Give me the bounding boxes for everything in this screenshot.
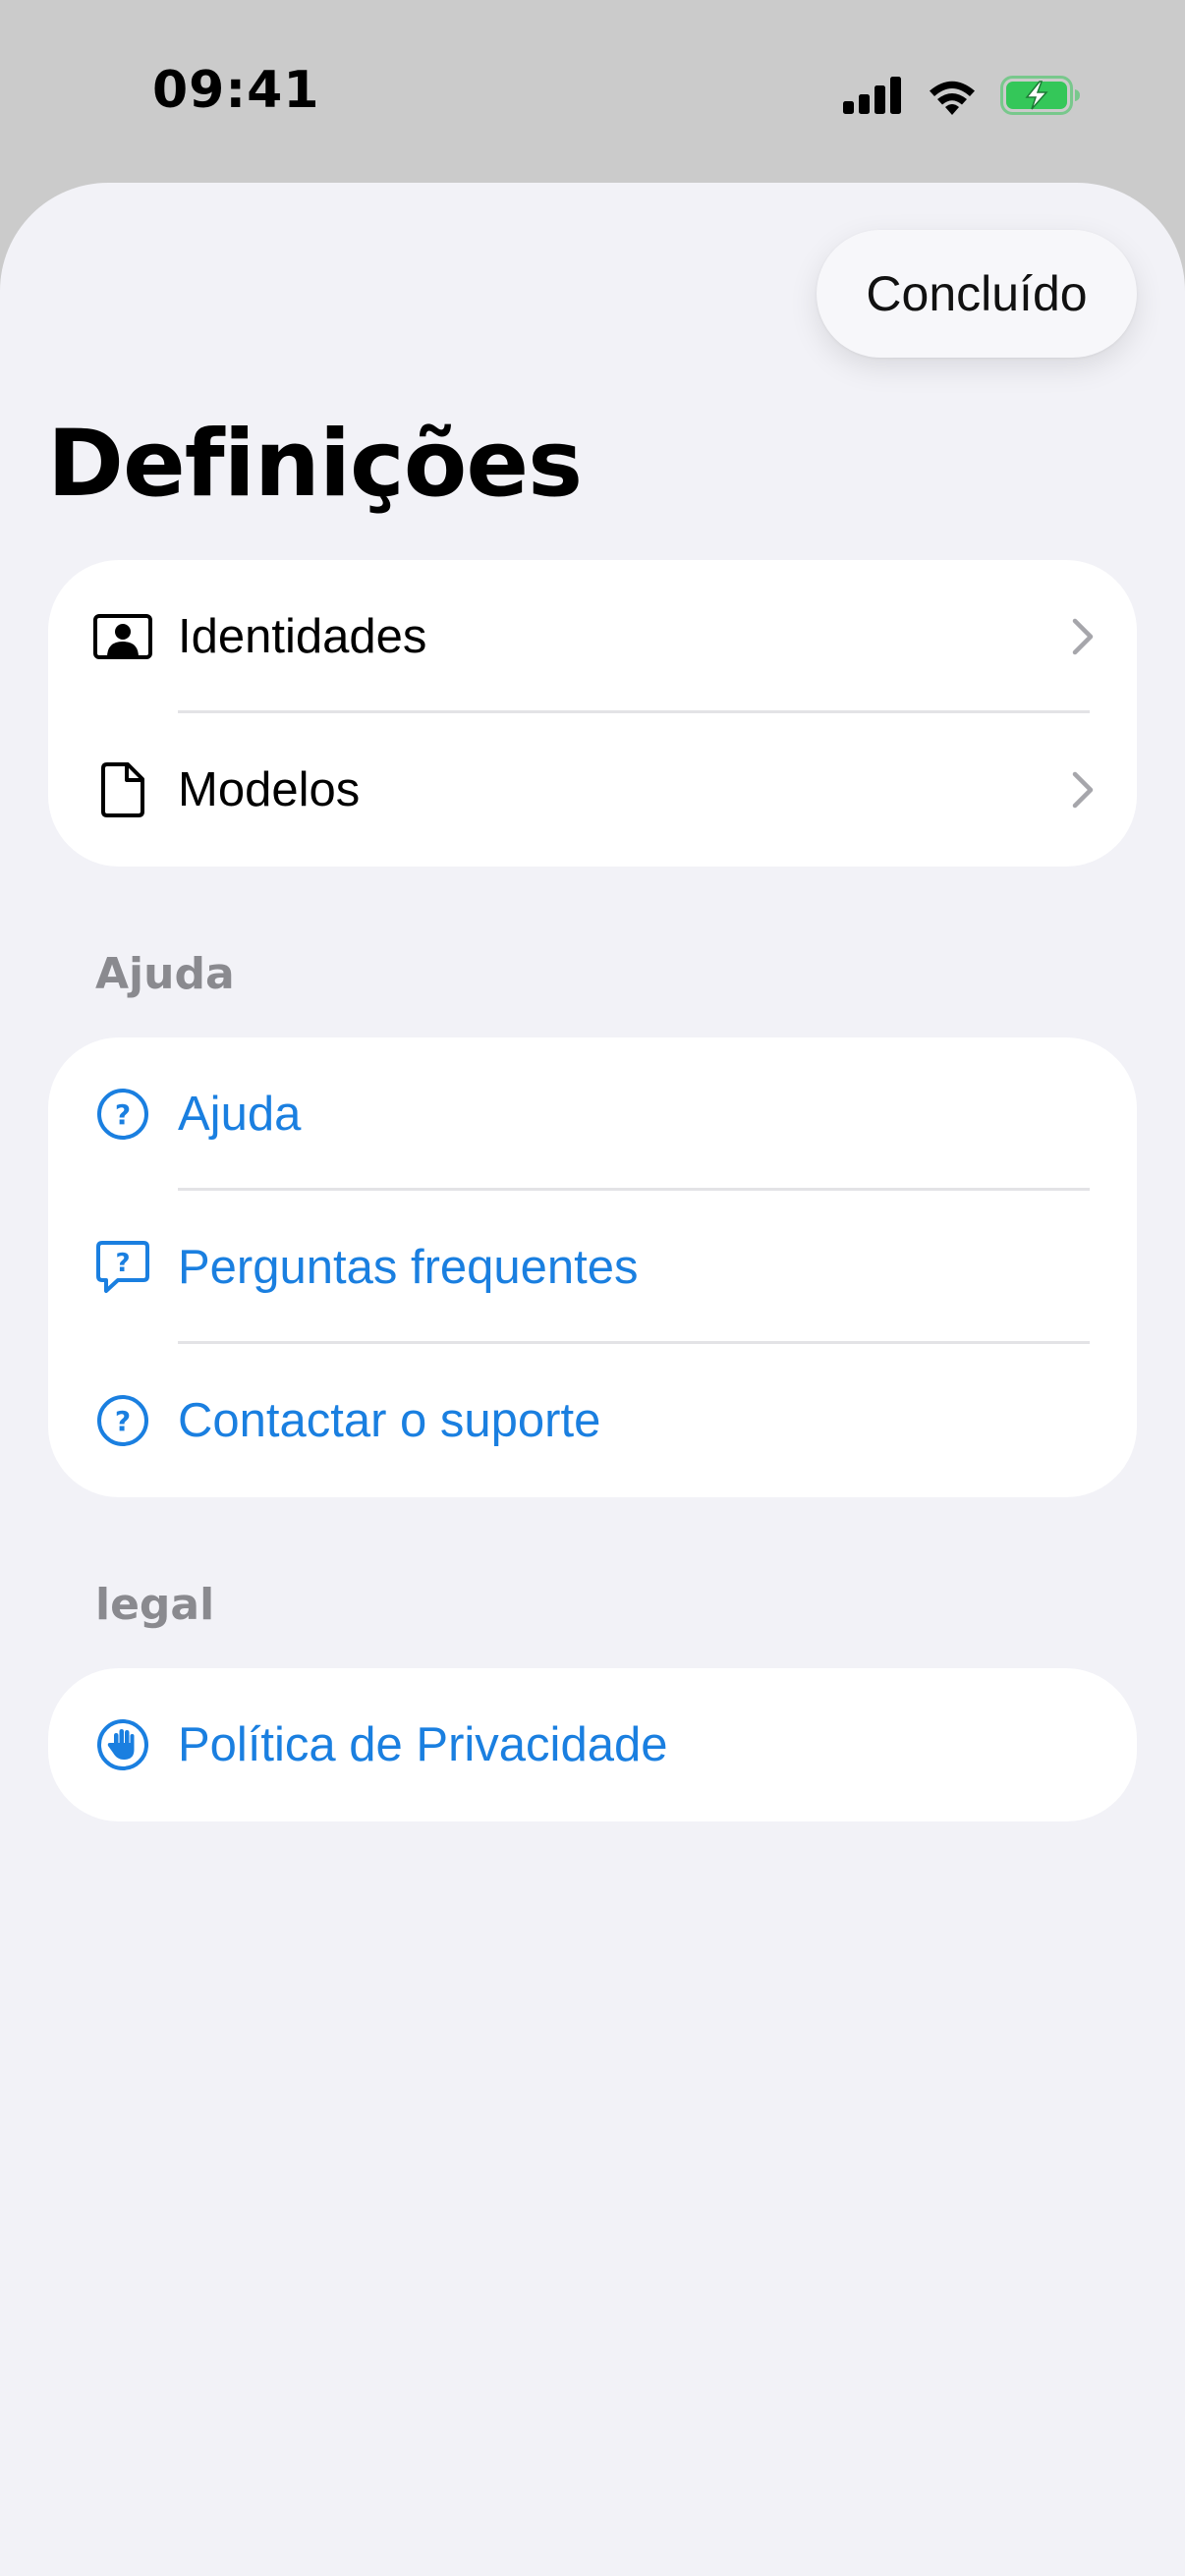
wifi-icon: [930, 81, 975, 115]
settings-group: Identidades Modelos: [48, 560, 1137, 867]
chevron-right-icon: [1072, 771, 1094, 809]
contact-support-row[interactable]: ? Contactar o suporte: [48, 1344, 1137, 1497]
templates-label: Modelos: [178, 763, 361, 816]
hand-raised-icon: [91, 1713, 154, 1776]
question-bubble-icon: ?: [91, 1236, 154, 1299]
privacy-policy-row[interactable]: Política de Privacidade: [48, 1668, 1137, 1821]
identities-label: Identidades: [178, 610, 427, 663]
svg-text:?: ?: [115, 1098, 131, 1131]
status-bar: 09:41: [0, 0, 1185, 183]
help-group: ? Ajuda ? Perguntas frequentes ? Contact…: [48, 1037, 1137, 1497]
legal-section-header: legal: [95, 1580, 215, 1630]
faq-label: Perguntas frequentes: [178, 1241, 639, 1294]
chevron-right-icon: [1072, 618, 1094, 655]
identities-row[interactable]: Identidades: [48, 560, 1137, 713]
settings-sheet: Concluído Definições Identidades Modelos…: [0, 183, 1185, 2576]
svg-text:?: ?: [115, 1405, 131, 1437]
help-label: Ajuda: [178, 1088, 302, 1141]
legal-group: Política de Privacidade: [48, 1668, 1137, 1821]
question-circle-icon: ?: [91, 1083, 154, 1146]
battery-charging-icon: [1000, 76, 1080, 115]
privacy-policy-label: Política de Privacidade: [178, 1718, 668, 1771]
question-circle-icon: ?: [91, 1389, 154, 1452]
done-button[interactable]: Concluído: [817, 230, 1137, 358]
status-time: 09:41: [152, 61, 320, 120]
help-section-header: Ajuda: [95, 949, 235, 999]
faq-row[interactable]: ? Perguntas frequentes: [48, 1191, 1137, 1344]
status-icons: [843, 73, 1081, 118]
svg-text:?: ?: [115, 1249, 130, 1278]
contact-card-icon: [91, 605, 154, 668]
contact-support-label: Contactar o suporte: [178, 1394, 601, 1447]
document-icon: [91, 758, 154, 821]
templates-row[interactable]: Modelos: [48, 713, 1137, 867]
page-title: Definições: [47, 411, 583, 518]
help-row[interactable]: ? Ajuda: [48, 1037, 1137, 1191]
cellular-signal-icon: [843, 77, 901, 114]
